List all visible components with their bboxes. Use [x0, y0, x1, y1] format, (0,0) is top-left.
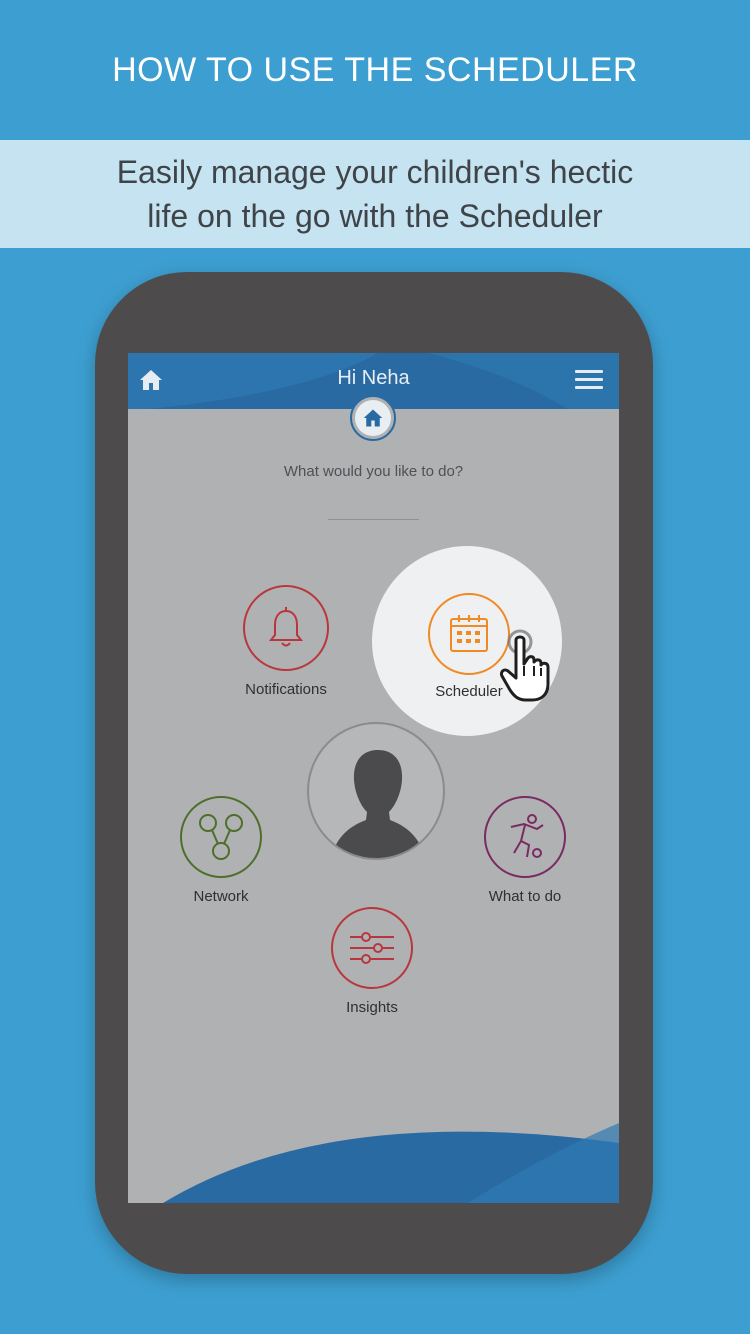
footer-wave-decoration: [163, 1123, 619, 1203]
bell-icon: [243, 585, 329, 671]
avatar[interactable]: [307, 722, 445, 860]
greeting-title: Hi Neha: [337, 367, 410, 389]
home-icon: [363, 409, 383, 427]
tap-hand-icon: [500, 629, 550, 702]
menu-label: Network: [193, 888, 249, 905]
promo-title: HOW TO USE THE SCHEDULER: [112, 50, 638, 89]
hamburger-menu-icon[interactable]: [575, 370, 603, 392]
menu-label: Notifications: [245, 681, 327, 698]
menu-label: Insights: [346, 999, 398, 1016]
promo-subtitle-line-1: Easily manage your children's hectic: [116, 154, 634, 190]
app-screen: Hi Neha What would you like to do? Notif…: [128, 353, 619, 1203]
person-silhouette-icon: [331, 750, 425, 858]
sliders-icon: [331, 907, 413, 989]
prompt-text: What would you like to do?: [283, 463, 464, 480]
divider: [328, 519, 419, 520]
menu-notifications[interactable]: Notifications: [226, 585, 346, 698]
soccer-player-icon: [484, 796, 566, 878]
home-badge[interactable]: [350, 395, 396, 441]
menu-what-to-do[interactable]: What to do: [465, 796, 585, 905]
menu-label: What to do: [488, 888, 562, 905]
promo-subtitle-line-2: life on the go with the Scheduler: [147, 198, 603, 234]
network-icon: [180, 796, 262, 878]
menu-insights[interactable]: Insights: [312, 907, 432, 1016]
promo-subtitle: Easily manage your children's hectic lif…: [0, 140, 750, 248]
menu-network[interactable]: Network: [161, 796, 281, 905]
